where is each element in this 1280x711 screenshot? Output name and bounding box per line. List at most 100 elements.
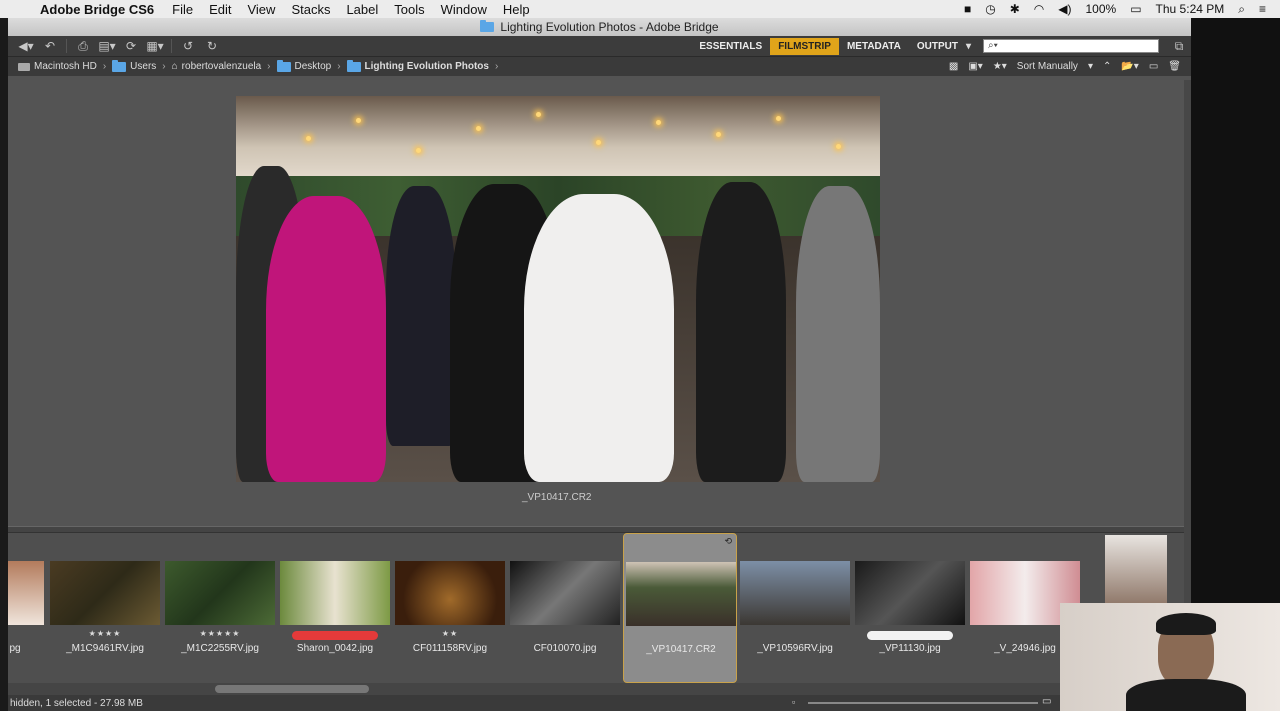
filmstrip-thumb[interactable]: ★★★★ _M1C9461RV.jpg bbox=[50, 533, 164, 683]
preview-filename: _VP10417.CR2 bbox=[522, 492, 592, 503]
thumb-filename: CF010070.jpg bbox=[533, 643, 597, 654]
menu-tools[interactable]: Tools bbox=[394, 2, 424, 17]
search-input[interactable]: ⌕▾ bbox=[983, 39, 1159, 53]
workspace-dropdown-icon[interactable]: ▾ bbox=[966, 41, 971, 52]
workspace-output[interactable]: OUTPUT bbox=[909, 38, 966, 55]
thumb-image bbox=[395, 561, 505, 625]
bluetooth-icon[interactable]: ✱ bbox=[1010, 2, 1020, 16]
scrollbar-thumb[interactable] bbox=[215, 685, 369, 693]
chevron-right-icon[interactable]: › bbox=[162, 61, 165, 72]
star-filter-icon[interactable]: ★▾ bbox=[993, 61, 1007, 72]
filmstrip-thumb[interactable]: _VP10596RV.jpg bbox=[740, 533, 854, 683]
breadcrumb-current-folder[interactable]: Lighting Evolution Photos bbox=[346, 59, 489, 72]
time-machine-icon[interactable]: ◷ bbox=[985, 2, 995, 16]
folder-icon bbox=[276, 59, 291, 72]
filmstrip-thumb[interactable]: Sharon_0042.jpg bbox=[280, 533, 394, 683]
menu-label[interactable]: Label bbox=[346, 2, 378, 17]
sort-chevron-down-icon[interactable]: ▾ bbox=[1088, 61, 1093, 72]
string-light bbox=[836, 144, 841, 149]
filmstrip-thumb-selected[interactable]: ⟲ _VP10417.CR2 bbox=[623, 533, 737, 683]
battery-percent[interactable]: 100% bbox=[1086, 2, 1117, 16]
clock[interactable]: Thu 5:24 PM bbox=[1156, 2, 1225, 16]
menu-file[interactable]: File bbox=[172, 2, 193, 17]
search-icon: ⌕▾ bbox=[988, 40, 998, 51]
camera-raw-icon[interactable]: ⟳ bbox=[119, 39, 143, 53]
chevron-right-icon[interactable]: › bbox=[495, 61, 498, 72]
notification-center-icon[interactable]: ≡ bbox=[1259, 2, 1266, 16]
thumb-image bbox=[855, 561, 965, 625]
breadcrumb-desktop[interactable]: Desktop bbox=[276, 59, 332, 72]
string-light bbox=[776, 116, 781, 121]
preview-panel: _VP10417.CR2 bbox=[8, 80, 1184, 526]
wifi-icon[interactable]: ◠ bbox=[1034, 2, 1044, 16]
workspace-filmstrip[interactable]: FILMSTRIP bbox=[770, 37, 839, 55]
string-light bbox=[536, 112, 541, 117]
panel-splitter[interactable] bbox=[8, 526, 1184, 533]
open-recent-icon[interactable]: 📂▾ bbox=[1121, 61, 1138, 72]
quality-options-icon[interactable]: ▩ bbox=[949, 61, 958, 72]
preview-image[interactable] bbox=[236, 96, 880, 482]
filmstrip-thumb[interactable]: ★★★★★ _M1C2255RV.jpg bbox=[165, 533, 279, 683]
toolbar-divider bbox=[66, 39, 67, 53]
view-controls: ▩ ▣▾ ★▾ Sort Manually ▾ ⌃ 📂▾ ▭ 🗑 bbox=[949, 61, 1191, 72]
view-as-grid-icon[interactable]: ▭ bbox=[1042, 696, 1051, 707]
grid-lock-icon[interactable]: ▫ bbox=[792, 697, 795, 707]
menu-edit[interactable]: Edit bbox=[209, 2, 231, 17]
menu-view[interactable]: View bbox=[247, 2, 275, 17]
window-title: Lighting Evolution Photos - Adobe Bridge bbox=[500, 20, 719, 34]
spotlight-icon[interactable]: ⌕ bbox=[1238, 2, 1245, 17]
thumb-label-color bbox=[292, 631, 378, 640]
bridge-window: Lighting Evolution Photos - Adobe Bridge… bbox=[8, 18, 1191, 711]
filmstrip-thumb[interactable]: ★★ CF011158RV.jpg bbox=[395, 533, 509, 683]
webcam-overlay bbox=[1060, 603, 1280, 711]
new-folder-icon[interactable]: ▭ bbox=[1149, 61, 1158, 72]
workspace-metadata[interactable]: METADATA bbox=[839, 38, 909, 55]
thumb-filename: _VP10417.CR2 bbox=[646, 644, 716, 655]
filmstrip-thumb[interactable]: pg bbox=[8, 533, 48, 683]
get-photos-icon[interactable]: ⎙ bbox=[71, 39, 95, 54]
tent-ceiling bbox=[236, 96, 880, 182]
rotate-left-icon[interactable]: ↺ bbox=[176, 39, 200, 53]
presenter-body bbox=[1126, 679, 1246, 711]
rotate-right-icon[interactable]: ↻ bbox=[200, 39, 224, 53]
refine-icon[interactable]: ▤▾ bbox=[95, 39, 119, 53]
screen-record-icon[interactable]: ■ bbox=[964, 2, 971, 16]
chevron-right-icon[interactable]: › bbox=[103, 61, 106, 72]
menu-help[interactable]: Help bbox=[503, 2, 530, 17]
menu-stacks[interactable]: Stacks bbox=[291, 2, 330, 17]
back-icon[interactable]: ◀▾ bbox=[14, 39, 38, 53]
breadcrumb-label: Desktop bbox=[294, 61, 332, 72]
filmstrip-scrollbar[interactable] bbox=[8, 683, 1184, 695]
thumb-rating: ★★★★ bbox=[88, 629, 122, 638]
breadcrumb-macintosh-hd[interactable]: Macintosh HD bbox=[18, 61, 97, 72]
menu-window[interactable]: Window bbox=[441, 2, 487, 17]
workspace-essentials[interactable]: ESSENTIALS bbox=[691, 38, 770, 55]
breadcrumb-user[interactable]: ⌂ robertovalenzuela bbox=[172, 61, 262, 72]
breadcrumb-users[interactable]: Users bbox=[112, 59, 156, 72]
chevron-right-icon[interactable]: › bbox=[267, 61, 270, 72]
toolbar-divider bbox=[171, 39, 172, 53]
thumbnail-size-slider[interactable] bbox=[808, 702, 1038, 704]
thumb-filename: CF011158RV.jpg bbox=[412, 643, 488, 654]
volume-icon[interactable]: ◀) bbox=[1058, 2, 1071, 16]
app-menu[interactable]: Adobe Bridge CS6 bbox=[40, 2, 154, 17]
battery-icon[interactable]: ▭ bbox=[1130, 2, 1141, 16]
status-text: hidden, 1 selected - 27.98 MB bbox=[10, 697, 143, 709]
reveal-recent-icon[interactable]: ↶ bbox=[38, 39, 62, 53]
trash-icon[interactable]: 🗑 bbox=[1168, 61, 1181, 72]
view-options-icon[interactable]: ▣▾ bbox=[968, 61, 982, 72]
filmstrip-thumb[interactable]: _VP11130.jpg bbox=[855, 533, 969, 683]
thumb-filename: _VP11130.jpg bbox=[879, 643, 941, 654]
sort-ascending-icon[interactable]: ⌃ bbox=[1103, 61, 1111, 72]
sort-dropdown[interactable]: Sort Manually bbox=[1017, 61, 1078, 72]
rotate-icon[interactable]: ⟲ bbox=[724, 536, 732, 547]
thumb-rating: ★★ bbox=[441, 629, 459, 638]
output-icon[interactable]: ▦▾ bbox=[143, 39, 167, 53]
thumb-image bbox=[8, 561, 44, 625]
bride-gown bbox=[524, 194, 674, 482]
guest-grey-dress bbox=[796, 186, 880, 482]
window-titlebar: Lighting Evolution Photos - Adobe Bridge bbox=[8, 18, 1191, 36]
chevron-right-icon[interactable]: › bbox=[337, 61, 340, 72]
filmstrip-thumb[interactable]: CF010070.jpg bbox=[510, 533, 624, 683]
compact-mode-icon[interactable]: ⧉ bbox=[1167, 39, 1191, 54]
